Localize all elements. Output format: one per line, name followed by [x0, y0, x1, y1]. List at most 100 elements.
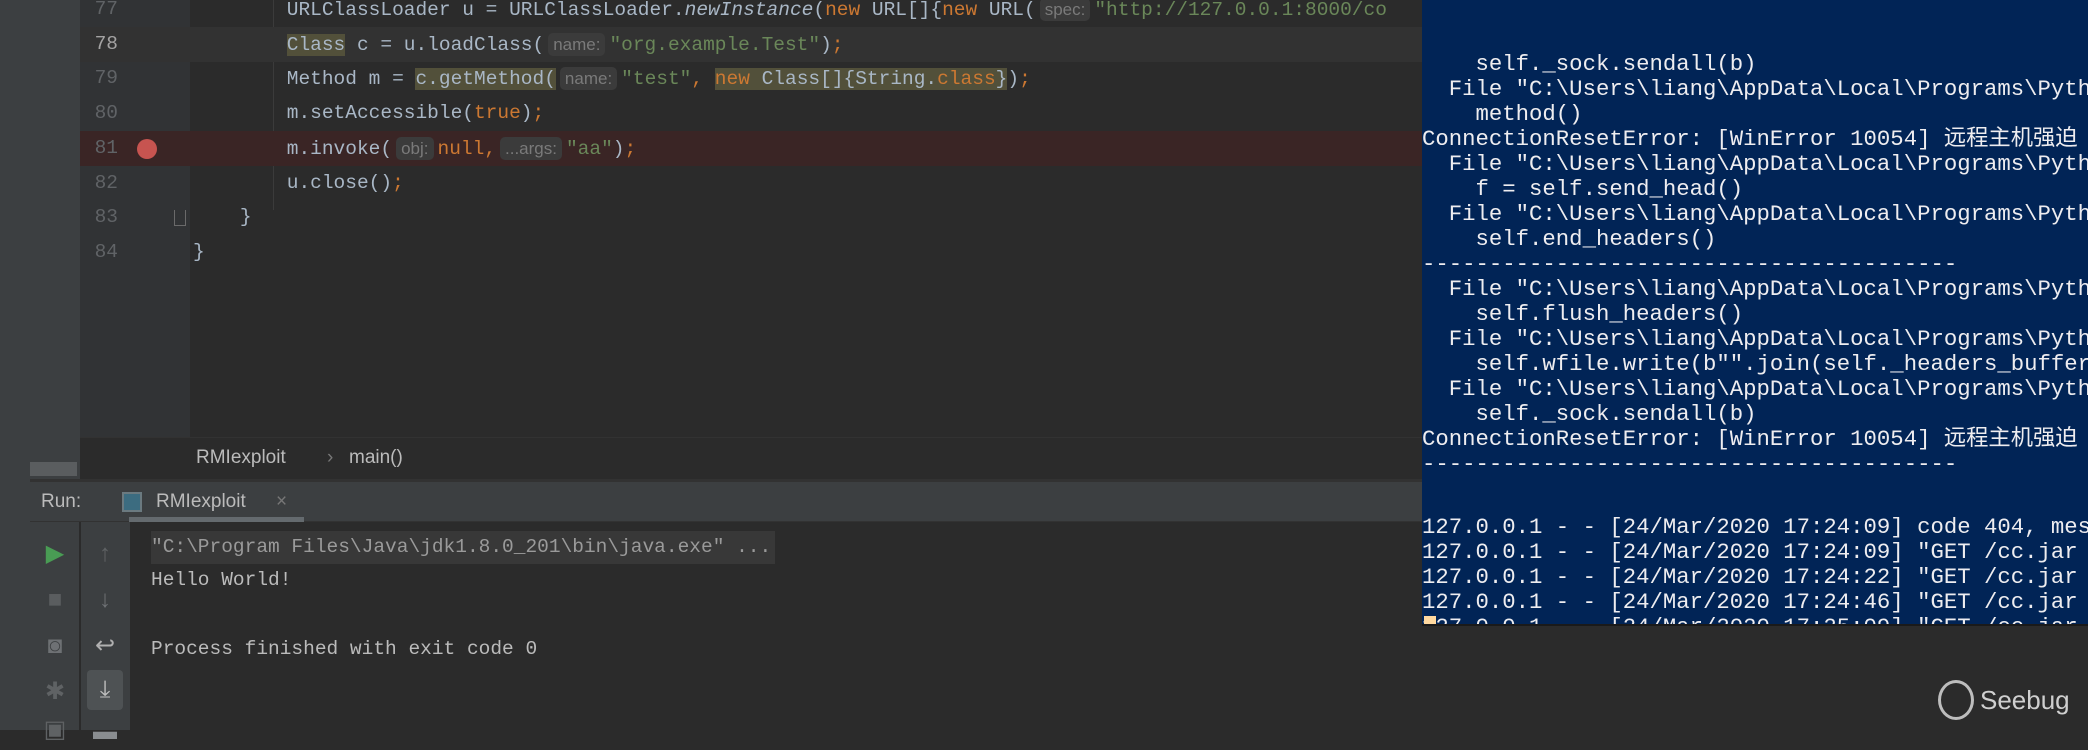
code-line[interactable]: 82 u.close();: [80, 166, 1422, 201]
code-editor[interactable]: 77 URLClassLoader u = URLClassLoader.newI…: [80, 0, 1422, 437]
breadcrumb-method[interactable]: main(): [349, 438, 403, 478]
code-token: ;: [532, 102, 545, 125]
terminal-line: f = self.send_head(): [1422, 176, 1744, 202]
run-tool-bar: Run: RMIexploit ×: [30, 482, 1422, 522]
terminal-line: ConnectionResetError: [WinError 10054] 远…: [1422, 126, 2078, 152]
line-number: 83: [94, 206, 118, 229]
stop-icon[interactable]: ■: [37, 582, 73, 618]
print-icon[interactable]: ▬: [87, 714, 123, 750]
scroll-to-end-icon[interactable]: ⤓: [87, 670, 123, 710]
parameter-hint: obj:: [396, 136, 434, 160]
close-tab-icon[interactable]: ×: [276, 482, 287, 522]
terminal-line: 127.0.0.1 - - [24/Mar/2020 17:24:09] cod…: [1422, 514, 2088, 540]
code-token: URL(: [977, 0, 1036, 21]
code-token: "test": [621, 68, 692, 91]
code-token: new: [825, 0, 861, 21]
code-token: ): [520, 102, 533, 125]
code-token: class: [937, 68, 996, 91]
project-strip: [30, 0, 80, 480]
run-label: Run:: [41, 491, 82, 512]
code-token: }: [995, 68, 1008, 91]
camera-icon[interactable]: ◙: [37, 628, 73, 664]
run-toolbar: ▶ ■ ◙ ✱ ▣: [30, 522, 80, 743]
seebug-watermark: Seebug: [1938, 680, 2070, 720]
code-token: new: [942, 0, 978, 21]
rerun-icon[interactable]: ▶: [37, 536, 73, 572]
code-line[interactable]: 77 URLClassLoader u = URLClassLoader.newI…: [80, 0, 1422, 27]
tab-rmiexploit[interactable]: RMIexploit: [156, 482, 246, 522]
code-token: ;: [831, 33, 844, 56]
breakpoint-icon[interactable]: [137, 139, 157, 159]
terminal-line: File "C:\Users\liang\AppData\Local\Progr…: [1422, 276, 2088, 302]
code-token: u.close(): [286, 171, 393, 194]
code-token: ;: [624, 137, 637, 160]
code-line[interactable]: 84}: [80, 235, 1422, 270]
seebug-logo-icon: [1938, 680, 1974, 720]
code-token: Method m =: [286, 68, 416, 91]
code-token: }: [193, 240, 205, 263]
code-token: URL[]{: [860, 0, 943, 21]
console-toolbar: ↑ ↓ ↩ ⤓ ▬: [81, 522, 130, 745]
tool-window-strip: [0, 0, 30, 730]
soft-wrap-icon[interactable]: ↩: [87, 628, 123, 664]
line-number: 80: [94, 102, 118, 125]
code-token: c.getMethod(: [415, 68, 556, 91]
code-line[interactable]: 83}: [80, 200, 1422, 235]
code-token: ;: [392, 171, 404, 194]
line-number: 82: [94, 171, 118, 194]
code-line[interactable]: 80 m.setAccessible(true);: [80, 96, 1422, 131]
code-text: m.setAccessible(true);: [287, 96, 544, 131]
terminal-line: self.flush_headers(): [1422, 301, 1744, 327]
terminal-line: 127.0.0.1 - - [24/Mar/2020 17:25:09] "GE…: [1422, 615, 2088, 625]
code-text: Method m = c.getMethod(name: "test", new …: [287, 61, 1031, 97]
down-arrow-icon[interactable]: ↓: [87, 582, 123, 618]
console-command-line: "C:\Program Files\Java\jdk1.8.0_201\bin\…: [151, 531, 776, 564]
terminal-line: self.end_headers(): [1422, 226, 1717, 252]
parameter-hint: ...args:: [500, 136, 562, 160]
code-line[interactable]: 79 Method m = c.getMethod(name: "test", ne…: [80, 61, 1422, 96]
up-arrow-icon[interactable]: ↑: [87, 536, 123, 572]
restore-layout-icon[interactable]: ▣: [37, 712, 73, 748]
code-line[interactable]: 78 Class c = u.loadClass(name: "org.exampl…: [80, 26, 1422, 63]
fold-marker-icon[interactable]: [174, 210, 186, 226]
code-text: }: [193, 235, 205, 270]
code-token: null: [437, 137, 485, 160]
terminal-line: self._sock.sendall(b): [1422, 401, 1757, 427]
terminal-line: File "C:\Users\liang\AppData\Local\Progr…: [1422, 201, 2088, 227]
code-token: }: [239, 206, 252, 229]
code-token: "org.example.Test": [609, 33, 821, 56]
code-token: m.setAccessible(: [286, 102, 474, 125]
breadcrumb: RMIexploit › main(): [80, 437, 1422, 478]
code-text: m.invoke(obj: null, ...args: "aa");: [287, 131, 636, 167]
python-terminal-window[interactable]: self._sock.sendall(b) File "C:\Users\lia…: [1422, 0, 2088, 626]
code-line[interactable]: 81 m.invoke(obj: null, ...args: "aa");: [80, 130, 1422, 167]
console-icon: [122, 492, 142, 512]
breadcrumb-class[interactable]: RMIexploit: [196, 438, 286, 478]
terminal-line: ConnectionResetError: [WinError 10054] 远…: [1422, 426, 2078, 452]
code-token: true: [473, 102, 521, 125]
terminal-line: method(): [1422, 101, 1583, 127]
line-number: 81: [94, 136, 118, 159]
code-text: Class c = u.loadClass(name: "org.example.…: [286, 27, 844, 63]
run-console[interactable]: "C:\Program Files\Java\jdk1.8.0_201\bin\…: [130, 522, 1422, 730]
terminal-line: File "C:\Users\liang\AppData\Local\Progr…: [1422, 151, 2088, 177]
code-text: URLClassLoader u = URLClassLoader.newIns…: [287, 0, 1387, 28]
code-token: "aa": [565, 137, 613, 160]
terminal-line: self.wfile.write(b"".join(self._headers_…: [1422, 351, 2088, 377]
code-token: ;: [1019, 68, 1031, 91]
parameter-hint: name:: [559, 67, 618, 91]
terminal-line: ----------------------------------------: [1422, 251, 1958, 277]
code-token: ,: [484, 137, 497, 160]
code-token: ): [612, 137, 625, 160]
code-token: c = u.loadClass(: [345, 33, 545, 56]
debug-icon[interactable]: ✱: [37, 674, 73, 710]
code-token: ,: [691, 68, 715, 91]
parameter-hint: name:: [548, 32, 606, 56]
console-exit-line: Process finished with exit code 0: [151, 638, 538, 660]
code-token: newInstance: [684, 0, 814, 21]
code-text: }: [240, 200, 252, 235]
code-token: ): [1007, 68, 1020, 91]
horizontal-scrollbar[interactable]: [30, 462, 77, 476]
line-number: 79: [94, 67, 118, 90]
